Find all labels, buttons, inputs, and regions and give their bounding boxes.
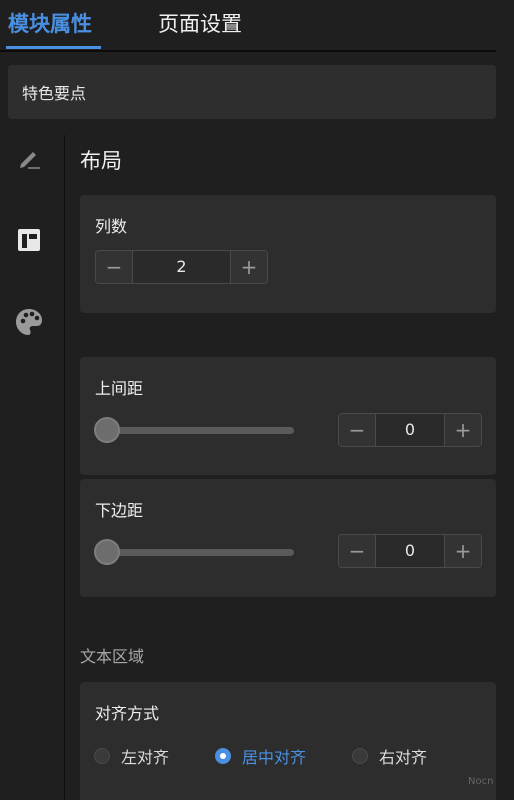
layout-icon[interactable] xyxy=(14,225,44,255)
bottom-margin-increment-button[interactable]: + xyxy=(444,535,481,567)
top-margin-decrement-button[interactable]: − xyxy=(339,414,376,446)
top-margin-card: 上间距 − 0 + xyxy=(80,357,496,475)
active-tab-indicator xyxy=(6,46,101,49)
bottom-margin-label: 下边距 xyxy=(95,501,144,520)
tab-module-properties[interactable]: 模块属性 xyxy=(8,8,92,38)
alignment-radio-group: 左对齐 居中对齐 右对齐 xyxy=(94,744,473,768)
radio-circle[interactable] xyxy=(94,748,110,764)
radio-circle-checked[interactable] xyxy=(215,748,232,764)
top-margin-increment-button[interactable]: + xyxy=(444,414,481,446)
slider-track xyxy=(104,549,294,556)
watermark: Nocn xyxy=(468,776,494,787)
side-rail xyxy=(0,135,65,800)
bottom-margin-stepper: − 0 + xyxy=(338,534,482,568)
align-right-option[interactable]: 右对齐 xyxy=(352,744,427,768)
pen-icon[interactable] xyxy=(14,143,44,173)
layout-heading: 布局 xyxy=(80,149,122,173)
tab-page-settings[interactable]: 页面设置 xyxy=(158,8,242,38)
bottom-margin-decrement-button[interactable]: − xyxy=(339,535,376,567)
align-left-option[interactable]: 左对齐 xyxy=(94,744,169,768)
columns-value[interactable]: 2 xyxy=(133,251,230,283)
columns-card: 列数 − 2 + xyxy=(80,195,496,313)
columns-decrement-button[interactable]: − xyxy=(96,251,133,283)
alignment-card: 对齐方式 左对齐 居中对齐 右对齐 xyxy=(80,682,496,800)
palette-icon[interactable] xyxy=(14,307,44,337)
bottom-margin-slider[interactable] xyxy=(94,539,294,565)
radio-label: 居中对齐 xyxy=(242,748,307,767)
section-title: 特色要点 xyxy=(22,84,87,103)
radio-circle[interactable] xyxy=(352,748,369,764)
top-margin-slider[interactable] xyxy=(94,417,294,443)
radio-label: 左对齐 xyxy=(121,748,170,767)
slider-track xyxy=(104,427,294,434)
columns-label: 列数 xyxy=(95,217,128,236)
section-title-bar: 特色要点 xyxy=(8,65,496,119)
top-margin-stepper: − 0 + xyxy=(338,413,482,447)
columns-increment-button[interactable]: + xyxy=(230,251,267,283)
slider-handle[interactable] xyxy=(94,417,120,443)
bottom-margin-card: 下边距 − 0 + xyxy=(80,479,496,597)
text-area-heading: 文本区域 xyxy=(80,647,145,666)
columns-stepper: − 2 + xyxy=(95,250,268,284)
align-center-option[interactable]: 居中对齐 xyxy=(215,744,306,768)
radio-label: 右对齐 xyxy=(379,748,428,767)
slider-handle[interactable] xyxy=(94,539,120,565)
alignment-label: 对齐方式 xyxy=(95,704,160,723)
top-margin-value[interactable]: 0 xyxy=(376,414,444,446)
top-margin-label: 上间距 xyxy=(95,379,144,398)
tab-bar: 模块属性 页面设置 xyxy=(0,0,496,52)
bottom-margin-value[interactable]: 0 xyxy=(376,535,444,567)
